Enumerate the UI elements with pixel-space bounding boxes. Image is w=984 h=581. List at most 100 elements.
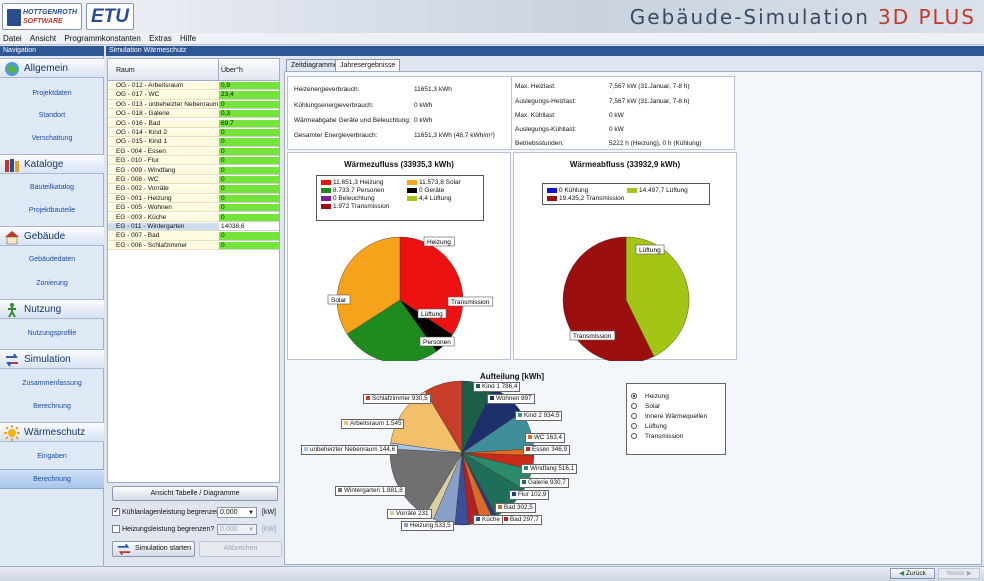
heating-unit: [kW] [262, 526, 276, 533]
radio-lueftung[interactable]: Lüftung [631, 423, 667, 430]
cooling-unit: [kW] [262, 509, 276, 516]
hottgenroth-logo: HOTTGENROTH SOFTWARE [2, 3, 82, 30]
nav-section-nutzung[interactable]: Nutzung [0, 299, 104, 319]
pie-slice-label: Schlafzimmer 930,5 [363, 394, 431, 404]
tab-jahresergebnisse[interactable]: Jahresergebnisse [335, 59, 401, 71]
table-row[interactable]: OG - 017 - WC 23,4 [108, 91, 279, 100]
table-row[interactable]: EG - 003 - Küche 0 [108, 213, 279, 222]
pie-slice-label: Kind 2 934,5 [515, 411, 563, 421]
nav-item-verschattung[interactable]: Verschattung [0, 129, 104, 149]
radio-heizung[interactable]: Heizung [631, 393, 669, 400]
result-tabs: Zeitdiagramme Jahresergebnisse [284, 59, 984, 71]
radio-innere-waermequellen[interactable]: Innere Wärmequellen [631, 413, 707, 420]
room-name: EG - 011 - Wintergarten [108, 223, 219, 232]
pie-slice-label: Bad 302,5 [495, 503, 536, 513]
table-row[interactable]: EG - 004 - Essen 0 [108, 147, 279, 156]
radio-solar[interactable]: Solar [631, 403, 660, 410]
table-row[interactable]: OG - 013 - unbeheizter Nebenraum 0 [108, 100, 279, 109]
nav-item-gebaeudedaten[interactable]: Gebäudedaten [0, 250, 104, 270]
legend-swatch [390, 511, 394, 516]
column-header-room[interactable]: Raum [116, 67, 135, 74]
pie-label-text: Personen [423, 339, 451, 346]
nav-item-standort[interactable]: Standort [0, 106, 104, 126]
nav-section-gebaeude[interactable]: Gebäude [0, 226, 104, 246]
breakdown-radio-group: Heizung Solar Innere Wärmequellen Lüftun… [626, 383, 726, 455]
menu-datei[interactable]: Datei [0, 33, 25, 45]
nav-item-zusammenfassung[interactable]: Zusammenfassung [0, 374, 104, 394]
pie-label: Personen [419, 336, 455, 347]
summary-value: 7,567 kW (31.Januar, 7-8 h) [609, 83, 690, 90]
app-title: Gebäude-Simulation 3D PLUS [630, 5, 976, 29]
radio-transmission[interactable]: Transmission [631, 433, 683, 440]
summary-value: 11651,3 kWh (48,7 kWh/m²) [414, 132, 495, 139]
table-row[interactable]: OG - 016 - Bad 69,7 [108, 119, 279, 128]
table-row[interactable]: EG - 006 - Schlafzimmer 0 [108, 241, 279, 250]
table-row[interactable]: OG - 014 - Kind 20 [108, 129, 279, 138]
table-row[interactable]: EG - 009 - Windfang 0 [108, 166, 279, 175]
table-row[interactable]: OG - 018 - Galerie 0,3 [108, 110, 279, 119]
limit-heating-checkbox[interactable] [112, 525, 120, 533]
cooling-limit-value: 0,000 [220, 509, 238, 516]
logo-line-2: SOFTWARE [23, 18, 63, 25]
menu-programmkonstanten[interactable]: Programmkonstanten [61, 33, 143, 45]
menu-extras[interactable]: Extras [146, 33, 175, 45]
nav-item-berechnung-simulation[interactable]: Berechnung [0, 397, 104, 417]
legend-swatch [524, 466, 528, 471]
start-simulation-button[interactable]: Simulation starten [112, 541, 195, 557]
table-row[interactable]: OG - 015 - Kind 10 [108, 138, 279, 147]
table-row[interactable]: EG - 011 - Wintergarten 14038,6 [108, 223, 279, 232]
cooling-limit-select[interactable]: 0,000 ▼ [217, 507, 257, 518]
etu-logo: ETU [86, 3, 134, 30]
room-name: EG - 002 - Vorräte [108, 185, 219, 194]
legend-swatch [366, 396, 370, 401]
nav-section-waermeschutz[interactable]: Wärmeschutz [0, 422, 104, 442]
heating-limit-select[interactable]: 0,000 ▼ [217, 524, 257, 535]
table-row[interactable]: OG - 012 - Arbeitsraum 0,9 [108, 82, 279, 91]
sun-icon [4, 425, 20, 441]
room-value: 0,9 [219, 82, 279, 91]
pie-label: Heizung [423, 236, 455, 247]
summary-value: 11651,3 kWh [414, 86, 452, 93]
nav-section-kataloge[interactable]: Kataloge [0, 154, 104, 174]
pie-slice-label-text: Küche [482, 516, 500, 523]
nav-section-simulation[interactable]: Simulation [0, 349, 104, 369]
room-name: OG - 016 - Bad [108, 119, 219, 128]
view-toggle-button[interactable]: Ansicht Tabelle / Diagramme [112, 486, 278, 501]
back-button[interactable]: ◀ Zurück [890, 568, 935, 579]
nav-item-berechnung-waermeschutz[interactable]: Berechnung [0, 469, 104, 489]
room-value: 0 [219, 194, 279, 203]
table-row[interactable]: EG - 008 - WC 0 [108, 176, 279, 185]
abort-button[interactable]: Abbrechen [199, 541, 282, 557]
menu-ansicht[interactable]: Ansicht [27, 33, 59, 45]
room-name: EG - 003 - Küche [108, 213, 219, 222]
table-row[interactable]: EG - 010 - Flur 0 [108, 157, 279, 166]
table-row[interactable]: EG - 005 - Wohnen 0 [108, 204, 279, 213]
pie-label: Transmission [447, 296, 494, 307]
nav-item-bauteilkatalog[interactable]: Bauteilkatalog [0, 178, 104, 198]
nav-section-allgemein[interactable]: Allgemein [0, 58, 104, 78]
menu-hilfe[interactable]: Hilfe [177, 33, 199, 45]
room-name: OG - 012 - Arbeitsraum [108, 82, 219, 91]
table-row[interactable]: EG - 007 - Bad 0 [108, 232, 279, 241]
legend-swatch [476, 384, 480, 389]
nav-section-label: Kataloge [24, 159, 64, 170]
table-row[interactable]: EG - 001 - Heizung 0 [108, 194, 279, 203]
table-row[interactable]: EG - 002 - Vorräte 0 [108, 185, 279, 194]
nav-item-nutzungsprofile[interactable]: Nutzungsprofile [0, 324, 104, 344]
nav-item-projektbauteile[interactable]: Projektbauteile [0, 201, 104, 221]
limit-cooling-checkbox[interactable]: ✓ [112, 506, 120, 516]
next-button[interactable]: Weiter ▶ [938, 568, 980, 579]
status-bar [0, 566, 984, 581]
room-value: 23,4 [219, 91, 279, 100]
pie-slice-label: Flur 102,9 [509, 490, 550, 500]
nav-item-projektdaten[interactable]: Projektdaten [0, 84, 104, 104]
next-arrow-icon: ▶ [964, 570, 972, 577]
room-name: EG - 004 - Essen [108, 147, 219, 156]
room-value: 0 [219, 138, 279, 147]
column-header-overheat[interactable]: Über°h [221, 67, 243, 74]
nav-item-zonierung[interactable]: Zonierung [0, 274, 104, 294]
nav-item-eingaben[interactable]: Eingaben [0, 447, 104, 467]
room-name: EG - 007 - Bad [108, 232, 219, 241]
pie-slice-label: Kind 1 786,4 [473, 382, 521, 392]
navigation-header: Navigation [0, 46, 104, 56]
